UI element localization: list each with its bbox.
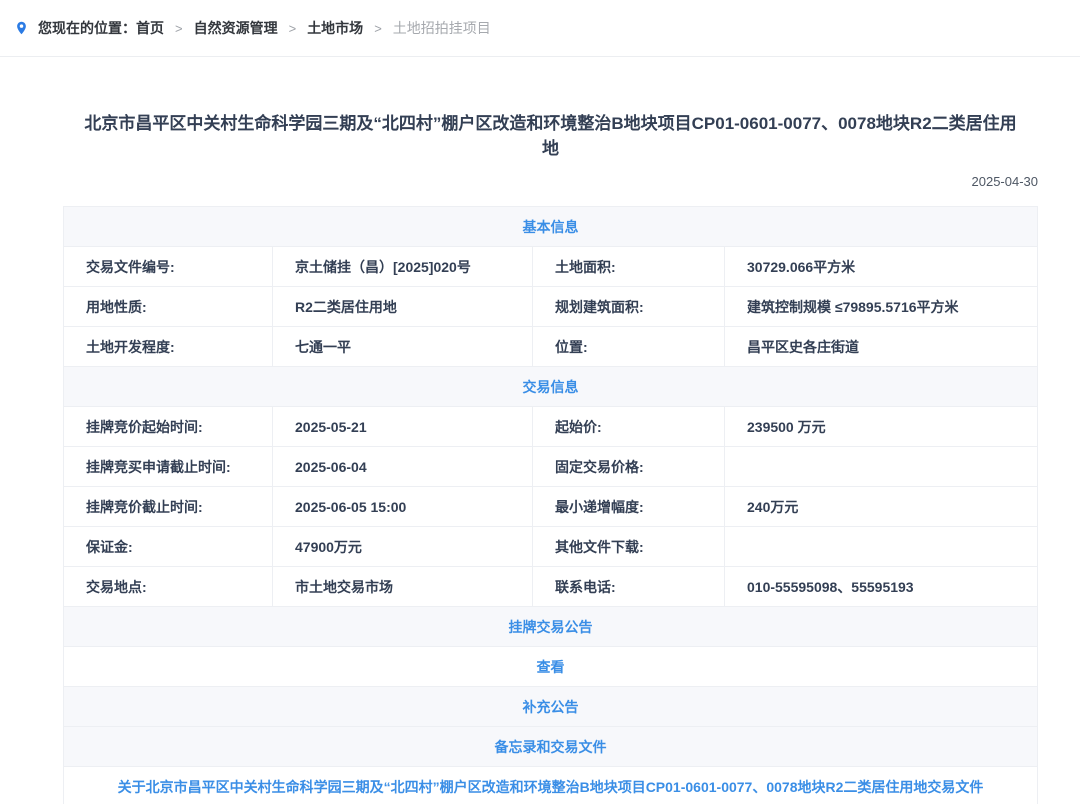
breadcrumb-prefix: 您现在的位置： [38, 18, 136, 38]
section-header: 补充公告 [64, 687, 1037, 726]
field-value: 2025-05-21 [273, 407, 533, 446]
table-row: 用地性质:R2二类居住用地规划建筑面积:建筑控制规模 ≤79895.5716平方… [64, 287, 1037, 327]
field-label: 挂牌竞价截止时间: [64, 487, 273, 526]
field-label: 最小递增幅度: [533, 487, 725, 526]
table-row: 交易文件编号:京土储挂（昌）[2025]020号土地面积:30729.066平方… [64, 247, 1037, 287]
section-header: 备忘录和交易文件 [64, 727, 1037, 766]
breadcrumb-item-home[interactable]: 首页 [136, 18, 164, 38]
publish-date: 2025-04-30 [63, 174, 1038, 189]
table-row: 土地开发程度:七通一平位置:昌平区史各庄街道 [64, 327, 1037, 367]
field-label: 其他文件下载: [533, 527, 725, 566]
field-label: 用地性质: [64, 287, 273, 326]
table-row: 挂牌交易公告 [64, 607, 1037, 647]
field-label: 保证金: [64, 527, 273, 566]
field-label: 挂牌竞买申请截止时间: [64, 447, 273, 486]
table-row: 补充公告 [64, 687, 1037, 727]
section-header: 挂牌交易公告 [64, 607, 1037, 646]
field-value: 京土储挂（昌）[2025]020号 [273, 247, 533, 286]
table-row: 保证金:47900万元其他文件下载: [64, 527, 1037, 567]
field-value: 47900万元 [273, 527, 533, 566]
field-label: 土地开发程度: [64, 327, 273, 366]
field-label: 交易文件编号: [64, 247, 273, 286]
field-value: 七通一平 [273, 327, 533, 366]
field-value: 昌平区史各庄街道 [725, 327, 1037, 366]
table-row: 基本信息 [64, 207, 1037, 247]
field-value: R2二类居住用地 [273, 287, 533, 326]
field-label: 位置: [533, 327, 725, 366]
field-value: 市土地交易市场 [273, 567, 533, 606]
table-row: 挂牌竞价起始时间:2025-05-21起始价:239500 万元 [64, 407, 1037, 447]
table-row: 关于北京市昌平区中关村生命科学园三期及“北四村”棚户区改造和环境整治B地块项目C… [64, 767, 1037, 804]
table-row: 交易地点:市土地交易市场联系电话:010-55595098、55595193 [64, 567, 1037, 607]
section-header: 交易信息 [64, 367, 1037, 406]
table-row: 查看 [64, 647, 1037, 687]
breadcrumb-separator: > [289, 21, 297, 36]
field-label: 挂牌竞价起始时间: [64, 407, 273, 446]
info-table: 基本信息交易文件编号:京土储挂（昌）[2025]020号土地面积:30729.0… [63, 206, 1038, 804]
breadcrumb-separator: > [374, 21, 382, 36]
document-link[interactable]: 关于北京市昌平区中关村生命科学园三期及“北四村”棚户区改造和环境整治B地块项目C… [64, 767, 1037, 804]
field-label: 联系电话: [533, 567, 725, 606]
breadcrumb: 您现在的位置： 首页 > 自然资源管理 > 土地市场 > 土地招拍挂项目 [0, 0, 1080, 57]
document-link[interactable]: 查看 [64, 647, 1037, 686]
field-label: 交易地点: [64, 567, 273, 606]
field-value: 239500 万元 [725, 407, 1037, 446]
field-value: 建筑控制规模 ≤79895.5716平方米 [725, 287, 1037, 326]
table-row: 挂牌竞价截止时间:2025-06-05 15:00最小递增幅度:240万元 [64, 487, 1037, 527]
breadcrumb-item-current: 土地招拍挂项目 [393, 18, 491, 38]
section-header: 基本信息 [64, 207, 1037, 246]
table-row: 挂牌竞买申请截止时间:2025-06-04固定交易价格: [64, 447, 1037, 487]
field-value: 010-55595098、55595193 [725, 567, 1037, 606]
table-row: 交易信息 [64, 367, 1037, 407]
page-title: 北京市昌平区中关村生命科学园三期及“北四村”棚户区改造和环境整治B地块项目CP0… [63, 111, 1038, 161]
breadcrumb-item-natural-resources[interactable]: 自然资源管理 [194, 18, 278, 38]
field-label: 土地面积: [533, 247, 725, 286]
breadcrumb-item-land-market[interactable]: 土地市场 [307, 18, 363, 38]
field-value [725, 447, 1037, 486]
location-pin-icon [14, 19, 29, 37]
field-value: 240万元 [725, 487, 1037, 526]
field-value: 2025-06-05 15:00 [273, 487, 533, 526]
field-value: 30729.066平方米 [725, 247, 1037, 286]
field-value [725, 527, 1037, 566]
table-row: 备忘录和交易文件 [64, 727, 1037, 767]
breadcrumb-separator: > [175, 21, 183, 36]
main-content: 北京市昌平区中关村生命科学园三期及“北四村”棚户区改造和环境整治B地块项目CP0… [63, 111, 1038, 804]
field-value: 2025-06-04 [273, 447, 533, 486]
field-label: 规划建筑面积: [533, 287, 725, 326]
field-label: 固定交易价格: [533, 447, 725, 486]
field-label: 起始价: [533, 407, 725, 446]
